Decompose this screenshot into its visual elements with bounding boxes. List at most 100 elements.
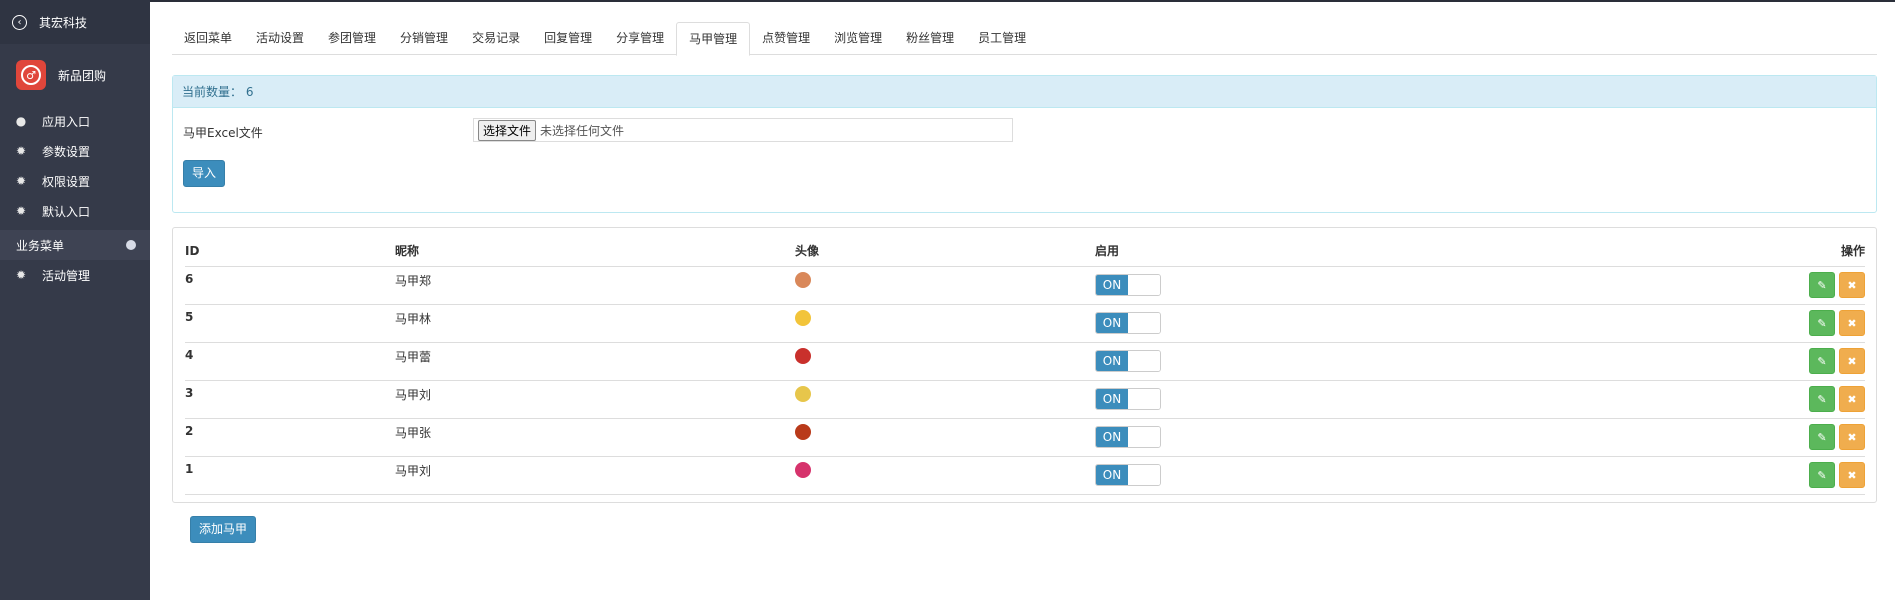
avatar [795, 385, 811, 402]
row-nickname: 马甲刘 [395, 380, 795, 419]
close-icon: ✖ [1847, 279, 1857, 292]
row-nickname: 马甲张 [395, 418, 795, 457]
tab-staff[interactable]: 员工管理 [966, 22, 1038, 55]
sidebar-item-params[interactable]: ✹ 参数设置 [0, 136, 150, 166]
enabled-toggle[interactable]: ON [1095, 426, 1161, 448]
sidebar-item-label: 默认入口 [42, 204, 91, 219]
close-icon: ✖ [1847, 355, 1857, 368]
delete-button[interactable]: ✖ [1839, 424, 1865, 450]
enabled-toggle[interactable]: ON [1095, 312, 1161, 334]
edit-button[interactable]: ✎ [1809, 272, 1835, 298]
edit-button[interactable]: ✎ [1809, 348, 1835, 374]
sidebar-item-activity[interactable]: ✹ 活动管理 [0, 260, 150, 290]
toggle-on-label: ON [1096, 389, 1128, 409]
close-icon: ✖ [1847, 393, 1857, 406]
tab-views[interactable]: 浏览管理 [822, 22, 894, 55]
no-file-text: 未选择任何文件 [540, 123, 625, 138]
collapse-dot-icon [126, 240, 136, 250]
delete-button[interactable]: ✖ [1839, 272, 1865, 298]
app-brand: ♂ 新品团购 [0, 44, 150, 106]
avatar [795, 423, 811, 440]
app-logo: ♂ [16, 60, 46, 90]
choose-file-button[interactable]: 选择文件 [478, 119, 537, 141]
enabled-toggle[interactable]: ON [1095, 350, 1161, 372]
edit-icon: ✎ [1817, 279, 1827, 292]
sidebar-item-default-entry[interactable]: ✹ 默认入口 [0, 196, 150, 226]
table-row: 5 马甲林 ON ✎ ✖ [185, 304, 1865, 343]
edit-button[interactable]: ✎ [1809, 310, 1835, 336]
delete-button[interactable]: ✖ [1839, 348, 1865, 374]
sidebar-item-permissions[interactable]: ✹ 权限设置 [0, 166, 150, 196]
toggle-on-label: ON [1096, 351, 1128, 371]
count-value: 6 [245, 85, 254, 99]
row-nickname: 马甲郑 [395, 266, 795, 305]
edit-icon: ✎ [1817, 393, 1827, 406]
sidebar-section-business[interactable]: 业务菜单 [0, 230, 150, 260]
toggle-on-label: ON [1096, 465, 1128, 485]
tab-group-join[interactable]: 参团管理 [316, 22, 388, 55]
edit-button[interactable]: ✎ [1809, 424, 1835, 450]
edit-button[interactable]: ✎ [1809, 386, 1835, 412]
table-body: 6 马甲郑 ON ✎ ✖ 5 马甲林 ON ✎ ✖ 4 马甲蕾 ON ✎ ✖ 3 马甲刘 ON ✎ ✖ 2 马甲张 ON ✎ ✖… [185, 266, 1865, 495]
gear-icon: ✹ [15, 204, 27, 218]
tab-distribution[interactable]: 分销管理 [388, 22, 460, 55]
col-actions: 操作 [1715, 236, 1865, 267]
avatar [795, 271, 811, 288]
vest-table: ID 昵称 头像 启用 操作 6 马甲郑 ON ✎ ✖ 5 马甲林 ON ✎ ✖ 4 马甲蕾 ON ✎ ✖ 3… [185, 236, 1865, 495]
enabled-toggle[interactable]: ON [1095, 274, 1161, 296]
delete-button[interactable]: ✖ [1839, 310, 1865, 336]
tab-transactions[interactable]: 交易记录 [460, 22, 532, 55]
toggle-on-label: ON [1096, 275, 1128, 295]
file-input[interactable]: 选择文件 未选择任何文件 [473, 118, 1013, 142]
back-circle-icon: ‹ [12, 14, 27, 30]
company-header[interactable]: ‹ 其宏科技 [0, 0, 150, 44]
vest-table-container: ID 昵称 头像 启用 操作 6 马甲郑 ON ✎ ✖ 5 马甲林 ON ✎ ✖ 4 马甲蕾 ON ✎ ✖ 3… [172, 227, 1877, 503]
avatar [795, 461, 811, 478]
edit-icon: ✎ [1817, 355, 1827, 368]
tab-bar: 返回菜单 活动设置 参团管理 分销管理 交易记录 回复管理 分享管理 马甲管理 … [172, 22, 1877, 56]
table-row: 3 马甲刘 ON ✎ ✖ [185, 380, 1865, 419]
sidebar: ‹ 其宏科技 ♂ 新品团购 ● 应用入口 ✹ 参数设置 ✹ 权限设置 ✹ 默认入… [0, 0, 150, 600]
section-label: 业务菜单 [16, 238, 65, 253]
company-name: 其宏科技 [39, 15, 88, 30]
edit-button[interactable]: ✎ [1809, 462, 1835, 488]
sidebar-item-label: 参数设置 [42, 144, 91, 159]
tab-sharing[interactable]: 分享管理 [604, 22, 676, 55]
tab-fans[interactable]: 粉丝管理 [894, 22, 966, 55]
row-nickname: 马甲刘 [395, 456, 795, 495]
count-label: 当前数量： [182, 85, 243, 99]
chat-bubble-icon: ● [15, 114, 27, 128]
edit-icon: ✎ [1817, 469, 1827, 482]
enabled-toggle[interactable]: ON [1095, 464, 1161, 486]
toggle-on-label: ON [1096, 427, 1128, 447]
col-id: ID [185, 236, 395, 267]
import-button[interactable]: 导入 [183, 160, 225, 187]
delete-button[interactable]: ✖ [1839, 462, 1865, 488]
sidebar-item-app-entry[interactable]: ● 应用入口 [0, 106, 150, 136]
tab-replies[interactable]: 回复管理 [532, 22, 604, 55]
sidebar-item-label: 权限设置 [42, 174, 91, 189]
add-vest-button[interactable]: 添加马甲 [190, 516, 256, 543]
tab-vests[interactable]: 马甲管理 [676, 22, 751, 56]
tab-back-menu[interactable]: 返回菜单 [172, 22, 244, 55]
col-enabled: 启用 [1095, 236, 1715, 267]
tab-activity-settings[interactable]: 活动设置 [244, 22, 316, 55]
row-id: 5 [185, 304, 395, 343]
row-id: 4 [185, 342, 395, 381]
count-header: 当前数量： 6 [173, 76, 1876, 108]
top-border [0, 0, 1895, 2]
enabled-toggle[interactable]: ON [1095, 388, 1161, 410]
delete-button[interactable]: ✖ [1839, 386, 1865, 412]
close-icon: ✖ [1847, 317, 1857, 330]
tab-likes[interactable]: 点赞管理 [750, 22, 822, 55]
table-row: 4 马甲蕾 ON ✎ ✖ [185, 342, 1865, 381]
col-avatar: 头像 [795, 236, 1095, 267]
sidebar-item-label: 活动管理 [42, 268, 91, 283]
table-row: 2 马甲张 ON ✎ ✖ [185, 418, 1865, 457]
col-nickname: 昵称 [395, 236, 795, 267]
toggle-on-label: ON [1096, 313, 1128, 333]
row-id: 1 [185, 456, 395, 495]
import-panel: 当前数量： 6 马甲Excel文件 选择文件 未选择任何文件 导入 [172, 75, 1877, 213]
edit-icon: ✎ [1817, 431, 1827, 444]
gear-icon: ✹ [15, 174, 27, 188]
